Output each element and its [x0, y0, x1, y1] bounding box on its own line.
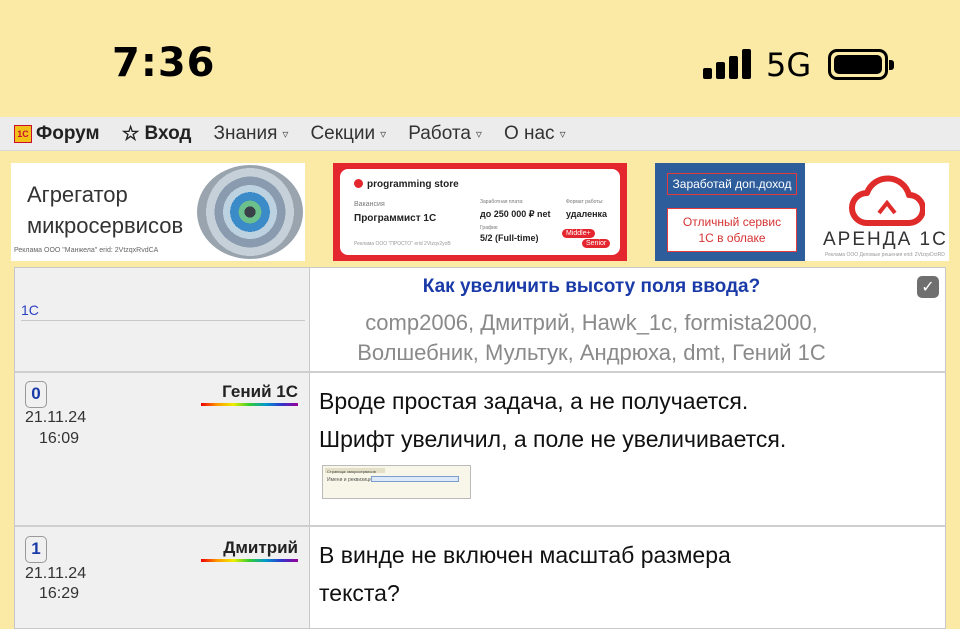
nav-jobs-label: Работа: [408, 122, 471, 144]
post-number[interactable]: 0: [25, 381, 47, 408]
store-logo-icon: [354, 179, 363, 188]
cellular-signal-icon: [703, 49, 751, 79]
post-date: 21.11.24: [25, 409, 87, 426]
ad1-line1: Агрегатор: [27, 182, 128, 207]
post-author[interactable]: Гений 1С: [222, 382, 298, 402]
nav-sections[interactable]: Секции ▿: [310, 123, 386, 145]
status-bar: 7:36 5G: [0, 0, 960, 117]
thumb-label: Имени и реквизиции: [327, 477, 375, 483]
caret-down-icon: ▿: [475, 126, 482, 141]
network-type: 5G: [766, 46, 812, 84]
ad1-line2: микросервисов: [27, 213, 184, 238]
thumb-input-field: [371, 476, 459, 482]
post-line-1: Вроде простая задача, а не получается.: [319, 388, 749, 414]
ad2-store: programming store: [367, 179, 459, 190]
nav-knowledge-label: Знания: [213, 122, 278, 144]
ad1-disclaimer: Реклама ООО "Манжела" erid: 2VtzqxRvdCA: [14, 247, 159, 254]
author-rank-bar: [201, 559, 298, 562]
ad2-format-label: Формат работы:: [566, 199, 604, 205]
caret-down-icon: ▿: [559, 126, 566, 141]
author-rank-bar: [201, 403, 298, 406]
nav-forum[interactable]: 1С Форум: [14, 123, 100, 145]
nav-forum-label: Форум: [36, 122, 100, 144]
ad2-tag-senior: Senior: [582, 239, 611, 248]
ad2-tag-middle: Middle+: [562, 229, 595, 238]
nav-knowledge[interactable]: Знания ▿: [213, 123, 288, 145]
ad2-salary: до 250 000 ₽ net: [480, 209, 551, 219]
ad3-service-button[interactable]: Отличный сервис 1С в облаке: [667, 208, 797, 252]
post-0-body: Вроде простая задача, а не получается. Ш…: [310, 373, 945, 525]
ad-banner-arenda-1c[interactable]: Заработай доп.доход Отличный сервис 1С в…: [655, 163, 949, 261]
post-1-meta: 1 Дмитрий 21.11.24 16:29: [15, 527, 310, 628]
thumb-title: Страница: микросервисов: [327, 469, 376, 474]
ad2-vacancy: Программист 1С: [354, 213, 437, 224]
ad3-service-line1: Отличный сервис: [682, 215, 782, 229]
ad2-schedule: 5/2 (Full-time): [480, 233, 539, 243]
post-0-meta: 0 Гений 1С 21.11.24 16:09: [15, 373, 310, 525]
nav-jobs[interactable]: Работа ▿: [408, 123, 482, 145]
ad-banner-microservices[interactable]: Агрегатор микросервисов Реклама ООО "Ман…: [11, 163, 305, 261]
nav-about[interactable]: О нас ▿: [504, 123, 566, 145]
post-text: В винде не включен масштаб размера текст…: [319, 536, 731, 612]
post-time: 16:09: [39, 430, 80, 447]
ad2-disclaimer: Реклама ООО "ПРОСТО" erid 2Vtzqv2yoB: [354, 241, 451, 247]
ad2-format: удаленка: [566, 209, 608, 219]
forum-thread: 1С Как увеличить высоту поля ввода? ✓ co…: [14, 267, 946, 629]
post-author[interactable]: Дмитрий: [223, 538, 298, 558]
caret-down-icon: ▿: [282, 126, 289, 141]
battery-icon: [828, 49, 894, 80]
post-date: 21.11.24: [25, 565, 87, 582]
cloud-icon: [849, 175, 925, 226]
post-text: Вроде простая задача, а не получается. Ш…: [319, 382, 786, 458]
topic-header-right: Как увеличить высоту поля ввода? ✓ comp2…: [310, 268, 945, 371]
clock: 7:36: [112, 40, 216, 86]
post-1-body: В винде не включен масштаб размера текст…: [310, 527, 945, 628]
participants-list: comp2006, Дмитрий, Hawk_1c, formista2000…: [310, 308, 873, 368]
top-navigation: 1С Форум ☆ Вход Знания ▿ Секции ▿ Работа…: [0, 117, 960, 151]
post-line-2: Шрифт увеличил, а поле не увеличивается.: [319, 426, 787, 452]
topic-title[interactable]: Как увеличить высоту поля ввода?: [310, 276, 873, 298]
divider: [21, 320, 305, 321]
ad3-earn-button[interactable]: Заработай доп.доход: [667, 173, 797, 195]
ad-banner-programming-store[interactable]: programming store Вакансия Программист 1…: [333, 163, 627, 261]
post-time: 16:29: [39, 585, 80, 602]
ad3-service-line2: 1С в облаке: [698, 231, 766, 245]
post-line-1: В винде не включен масштаб размера: [319, 542, 731, 568]
post-number[interactable]: 1: [25, 536, 47, 563]
section-link[interactable]: 1С: [21, 302, 39, 318]
checkmark-icon[interactable]: ✓: [917, 276, 939, 298]
star-icon: ☆: [121, 123, 140, 145]
nav-sections-label: Секции: [310, 122, 376, 144]
ad3-brand: АРЕНДА 1С: [823, 229, 948, 250]
nav-about-label: О нас: [503, 122, 555, 144]
ad3-disclaimer: Реклама ООО Деловые решения erid: 2Vtzqv…: [825, 252, 945, 258]
participants-line-1: comp2006, Дмитрий, Hawk_1c, formista2000…: [365, 310, 818, 335]
nav-login[interactable]: ☆ Вход: [122, 121, 192, 146]
ad2-salary-label: Заработная плата:: [480, 199, 524, 205]
microservices-orb-image: [197, 165, 303, 259]
ad2-vacancy-label: Вакансия: [354, 201, 385, 208]
1c-logo-icon: 1С: [14, 124, 32, 143]
caret-down-icon: ▿: [380, 126, 387, 141]
nav-login-label: Вход: [144, 122, 192, 144]
participants-line-2: Волшебник, Мультук, Андрюха, dmt, Гений …: [357, 340, 826, 365]
post-line-2: текста?: [319, 580, 400, 606]
ad2-schedule-label: График:: [480, 225, 499, 231]
topic-header-left: 1С: [15, 268, 310, 371]
attached-screenshot-thumbnail[interactable]: Страница: микросервисов Имени и реквизиц…: [322, 465, 471, 499]
